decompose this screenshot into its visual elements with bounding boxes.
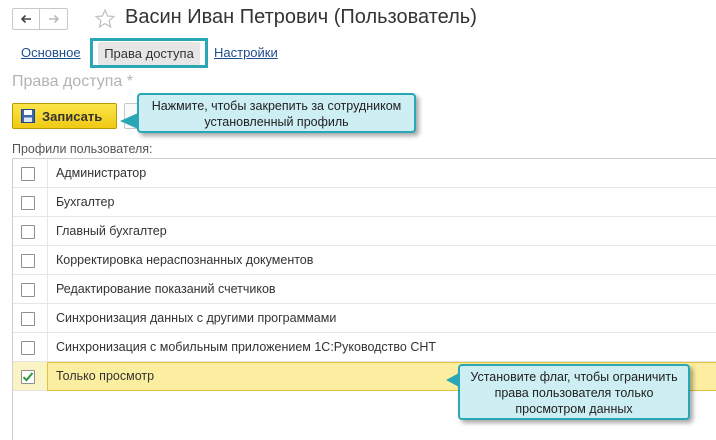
checkmark-icon	[22, 372, 34, 382]
profile-checkbox[interactable]	[21, 254, 35, 268]
floppy-disk-icon	[21, 109, 35, 123]
profile-label: Главный бухгалтер	[56, 224, 167, 238]
favorite-star-icon[interactable]	[94, 8, 116, 30]
profile-label: Бухгалтер	[56, 195, 115, 209]
profile-label: Синхронизация с мобильным приложением 1С…	[56, 340, 437, 354]
profile-label: Редактирование показаний счетчиков	[56, 282, 276, 296]
profile-row[interactable]: Синхронизация данных с другими программа…	[13, 304, 716, 333]
profile-row[interactable]: Редактирование показаний счетчиков	[13, 275, 716, 304]
save-button[interactable]: Записать	[12, 103, 117, 129]
profile-label: Администратор	[56, 166, 147, 180]
profile-checkbox[interactable]	[21, 167, 35, 181]
profile-row[interactable]: Бухгалтер	[13, 188, 716, 217]
profile-checkbox-checked[interactable]	[21, 370, 35, 384]
profile-checkbox[interactable]	[21, 312, 35, 326]
profiles-label: Профили пользователя:	[12, 142, 153, 156]
profile-row[interactable]: Администратор	[13, 159, 716, 188]
profile-checkbox[interactable]	[21, 225, 35, 239]
arrow-right-icon	[48, 14, 59, 24]
tab-access-rights-label: Права доступа	[98, 41, 200, 65]
section-title: Права доступа *	[12, 73, 133, 90]
arrow-left-icon	[20, 14, 31, 24]
profile-checkbox[interactable]	[21, 196, 35, 210]
tab-access-rights[interactable]: Права доступа	[90, 38, 208, 68]
tab-main[interactable]: Основное	[21, 45, 81, 60]
window-title: Васин Иван Петрович (Пользователь)	[125, 6, 477, 28]
profile-label: Синхронизация данных с другими программа…	[56, 311, 337, 325]
profile-checkbox[interactable]	[21, 283, 35, 297]
save-hint-callout: Нажмите, чтобы закрепить за сотрудником …	[120, 93, 416, 133]
tab-settings[interactable]: Настройки	[214, 45, 278, 60]
profile-row[interactable]: Главный бухгалтер	[13, 217, 716, 246]
back-button[interactable]	[12, 8, 40, 30]
profile-checkbox[interactable]	[21, 341, 35, 355]
profile-label: Только просмотр	[56, 369, 155, 383]
profile-row[interactable]: Синхронизация с мобильным приложением 1С…	[13, 333, 716, 362]
profile-row[interactable]: Корректировка нераспознанных документов	[13, 246, 716, 275]
profile-label: Корректировка нераспознанных документов	[56, 253, 314, 267]
forward-button[interactable]	[40, 8, 68, 30]
flag-hint-callout: Установите флаг, чтобы ограничить права …	[446, 364, 690, 420]
save-button-label: Записать	[42, 108, 103, 124]
